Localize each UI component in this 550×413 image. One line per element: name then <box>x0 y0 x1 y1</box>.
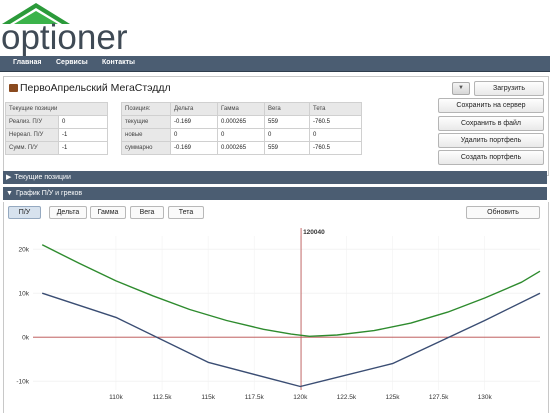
pl-chart: 20k 10k 0k -10k 110k 112.5k 115k 117.5k 120k 122… <box>16 228 541 401</box>
table-header-cell: Гамма <box>217 102 265 116</box>
table-cell: 559 <box>264 115 310 129</box>
table-header-cell: Тета <box>309 102 362 116</box>
x-tick-label: 115k <box>201 394 215 401</box>
table-cell: 0.000265 <box>217 141 265 155</box>
table-cell: -760.5 <box>309 115 362 129</box>
x-tick-label: 130k <box>478 394 493 401</box>
save-file-button[interactable]: Сохранить в файл <box>438 116 544 131</box>
table-cell: -0.169 <box>170 115 218 129</box>
save-server-button[interactable]: Сохранить на сервер <box>438 98 544 113</box>
positions-table: Текущие позиции Реализ. П/У 0 Нереал. П/У… <box>5 102 108 155</box>
y-tick-label: -10k <box>16 379 29 386</box>
main-nav: Главная Сервисы Контакты <box>0 56 550 72</box>
nav-item-services[interactable]: Сервисы <box>56 59 88 66</box>
x-axis: 110k 112.5k 115k 117.5k 120k 122.5k 125k 127.5k… <box>109 394 492 401</box>
table-cell: суммарно <box>121 141 171 155</box>
portfolio-panel: ПервоАпрельский МегаСтэддл Текущие позиц… <box>3 76 549 176</box>
section-title: График П/У и греков <box>15 190 83 197</box>
nav-item-home[interactable]: Главная <box>13 59 41 66</box>
y-tick-label: 10k <box>19 291 30 298</box>
briefcase-icon <box>9 84 18 92</box>
table-cell: 0.000265 <box>217 115 265 129</box>
x-tick-label: 127.5k <box>429 394 449 401</box>
logo: optioner <box>0 0 550 56</box>
portfolio-title: ПервоАпрельский МегаСтэддл <box>20 82 171 94</box>
x-tick-label: 125k <box>385 394 400 401</box>
chevron-down-icon: ▼ <box>458 85 464 91</box>
table-header-cell: Дельта <box>170 102 218 116</box>
y-axis: 20k 10k 0k -10k <box>16 247 29 386</box>
delete-portfolio-button[interactable]: Удалить портфель <box>438 133 544 148</box>
table-header-cell: Вега <box>264 102 310 116</box>
table-cell: 0 <box>170 128 218 142</box>
table-cell: Сумм. П/У <box>5 141 59 155</box>
x-tick-label: 117.5k <box>245 394 265 401</box>
collapse-down-icon: ▼ <box>6 190 13 197</box>
nav-item-contacts[interactable]: Контакты <box>102 59 135 66</box>
expand-right-icon: ▶ <box>6 174 12 181</box>
table-cell: текущие <box>121 115 171 129</box>
table-cell: 0 <box>217 128 265 142</box>
x-tick-label: 120k <box>293 394 308 401</box>
table-cell: -1 <box>58 128 108 142</box>
table-cell: 0 <box>264 128 310 142</box>
portfolio-dropdown[interactable]: ▼ <box>452 82 470 95</box>
section-title: Текущие позиции <box>14 174 71 181</box>
x-tick-label: 122.5k <box>337 394 357 401</box>
logo-text: optioner <box>1 18 128 57</box>
series-line-blue <box>41 292 541 388</box>
chart-grid <box>33 236 540 390</box>
table-cell: -0.169 <box>170 141 218 155</box>
spot-marker-label: 120040 <box>303 229 325 236</box>
table-cell: -760.5 <box>309 141 362 155</box>
table-cell: 0 <box>58 115 108 129</box>
table-header-cell: Позиция: <box>121 102 171 116</box>
x-tick-label: 112.5k <box>153 394 173 401</box>
greeks-table: Позиция: Дельта Гамма Вега Тета текущие … <box>121 102 362 155</box>
load-button[interactable]: Загрузить <box>474 81 544 96</box>
table-cell: -1 <box>58 141 108 155</box>
section-current-positions[interactable]: ▶ Текущие позиции <box>3 171 547 184</box>
y-tick-label: 0k <box>22 335 30 342</box>
section-chart[interactable]: ▼ График П/У и греков <box>3 187 547 200</box>
chart-panel: П/У Дельта Гамма Вега Тета Обновить 20k 1… <box>3 202 549 413</box>
table-cell: Реализ. П/У <box>5 115 59 129</box>
x-tick-label: 110k <box>109 394 123 401</box>
positions-table-header: Текущие позиции <box>5 102 108 116</box>
series-line-green <box>41 244 541 338</box>
y-tick-label: 20k <box>19 247 30 254</box>
create-portfolio-button[interactable]: Создать портфель <box>438 150 544 165</box>
table-cell: новые <box>121 128 171 142</box>
table-cell: 0 <box>309 128 362 142</box>
table-cell: Нереал. П/У <box>5 128 59 142</box>
table-cell: 559 <box>264 141 310 155</box>
